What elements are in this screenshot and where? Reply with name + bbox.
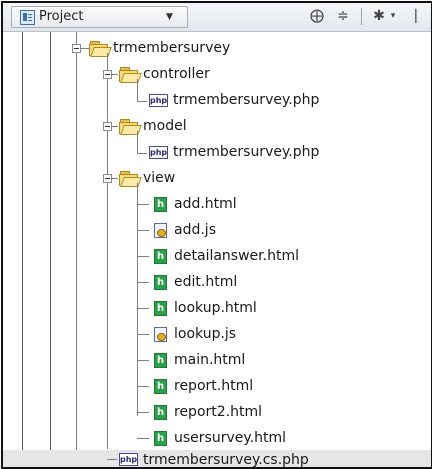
folder-icon xyxy=(119,171,142,187)
folder-icon xyxy=(89,41,112,57)
project-view-selector[interactable]: Project ▼ xyxy=(11,6,188,28)
tree-connector xyxy=(137,256,149,257)
tree-connector xyxy=(137,438,149,439)
php-file-icon: php xyxy=(149,146,168,159)
html-file-icon: h xyxy=(154,197,167,212)
folder-icon xyxy=(119,119,142,135)
folder-label: model xyxy=(143,118,187,134)
collapse-toggle[interactable] xyxy=(72,44,81,53)
html-file-icon: h xyxy=(154,405,167,420)
file-label: lookup.html xyxy=(174,300,257,316)
tree-node-file[interactable]: h report.html xyxy=(3,374,431,398)
file-label: main.html xyxy=(174,352,246,368)
file-label: trmembersurvey.php xyxy=(173,144,320,160)
file-label: lookup.js xyxy=(174,326,237,342)
file-label: trmembersurvey.cs.php xyxy=(143,452,309,468)
project-tree: trmembersurvey controller php trmembersu… xyxy=(3,32,431,467)
html-file-icon: h xyxy=(154,275,167,290)
html-file-icon: h xyxy=(154,249,167,264)
folder-icon xyxy=(119,67,142,83)
tree-node-file[interactable]: h edit.html xyxy=(3,270,431,294)
file-label: add.html xyxy=(174,196,237,212)
toolbar-divider xyxy=(361,8,362,25)
tree-node-view[interactable]: view xyxy=(3,166,431,190)
tree-node-file[interactable]: h usersurvey.html xyxy=(3,426,431,450)
tree-node-file[interactable]: h report2.html xyxy=(3,400,431,424)
tree-connector xyxy=(112,178,118,179)
tree-connector xyxy=(107,459,117,460)
tree-node-file[interactable]: h lookup.html xyxy=(3,296,431,320)
tree-node-file[interactable]: h add.html xyxy=(3,192,431,216)
file-label: detailanswer.html xyxy=(174,248,299,264)
file-label: trmembersurvey.php xyxy=(173,92,320,108)
tree-connector xyxy=(137,230,149,231)
html-file-icon: h xyxy=(154,353,167,368)
folder-label: trmembersurvey xyxy=(113,40,231,56)
tree-node-file[interactable]: h detailanswer.html xyxy=(3,244,431,268)
html-file-icon: h xyxy=(154,301,167,316)
tree-node-file[interactable]: add.js xyxy=(3,218,431,242)
gear-dropdown-icon[interactable]: ▾ xyxy=(388,6,398,26)
collapse-toggle[interactable] xyxy=(103,174,112,183)
tree-connector xyxy=(112,126,118,127)
folder-label: controller xyxy=(143,66,210,82)
tree-node-trmembersurvey[interactable]: trmembersurvey xyxy=(3,36,431,60)
tree-connector xyxy=(137,386,149,387)
tree-node-controller[interactable]: controller xyxy=(3,62,431,86)
tree-connector xyxy=(137,412,149,413)
php-file-icon: php xyxy=(149,94,168,107)
tree-connector xyxy=(137,282,149,283)
collapse-toggle[interactable] xyxy=(103,70,112,79)
tree-connector xyxy=(137,334,149,335)
tree-connector xyxy=(137,308,149,309)
file-label: edit.html xyxy=(174,274,238,290)
tree-connector xyxy=(81,48,89,49)
project-panel: Project ▼ ⨁ ≑ ✱ ▾ ▏ trmembersurvey contr… xyxy=(1,1,432,469)
html-file-icon: h xyxy=(154,431,167,446)
project-icon xyxy=(20,10,35,25)
file-label: usersurvey.html xyxy=(174,430,286,446)
tree-node-model[interactable]: model xyxy=(3,114,431,138)
js-file-icon xyxy=(154,327,167,342)
tree-node-file[interactable]: php trmembersurvey.php xyxy=(3,88,431,112)
js-file-icon xyxy=(154,223,167,238)
collapse-toggle[interactable] xyxy=(103,122,112,131)
html-file-icon: h xyxy=(154,379,167,394)
gear-icon[interactable]: ✱ xyxy=(370,6,388,26)
file-label: add.js xyxy=(174,222,216,238)
crosshair-icon[interactable]: ⨁ xyxy=(308,6,326,26)
tree-connector xyxy=(137,153,147,154)
hide-panel-icon[interactable]: ▏ xyxy=(413,6,427,26)
tree-node-file[interactable]: php trmembersurvey.php xyxy=(3,140,431,164)
project-label: Project xyxy=(39,9,84,24)
project-toolbar: Project ▼ ⨁ ≑ ✱ ▾ ▏ xyxy=(3,3,431,32)
tree-connector xyxy=(137,101,147,102)
tree-node-file[interactable]: h main.html xyxy=(3,348,431,372)
php-file-icon: php xyxy=(119,453,138,466)
collapse-all-icon[interactable]: ≑ xyxy=(334,6,352,26)
tree-connector xyxy=(137,360,149,361)
tree-connector xyxy=(137,204,149,205)
file-label: report.html xyxy=(174,378,254,394)
folder-label: view xyxy=(143,170,176,186)
tree-node-file-selected[interactable]: php trmembersurvey.cs.php xyxy=(3,450,431,468)
tree-node-file[interactable]: lookup.js xyxy=(3,322,431,346)
tree-connector xyxy=(112,74,118,75)
file-label: report2.html xyxy=(174,404,263,420)
chevron-down-icon[interactable]: ▼ xyxy=(166,10,173,24)
